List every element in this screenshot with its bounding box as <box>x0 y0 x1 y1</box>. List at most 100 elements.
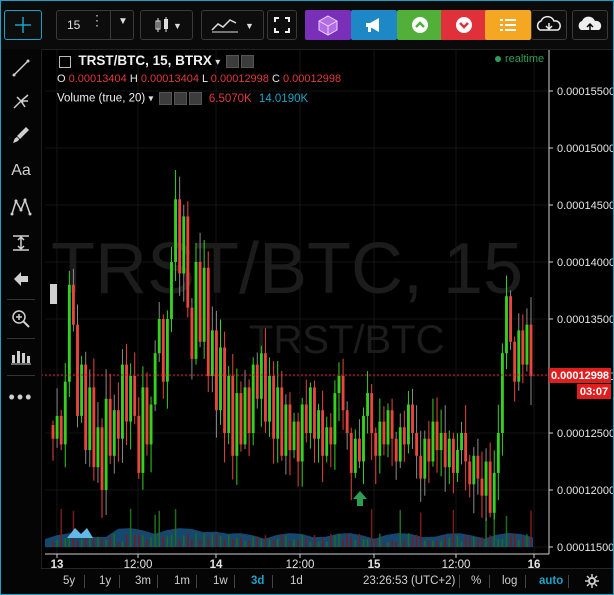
symbol-title[interactable]: TRST/BTC, 15, BTRX <box>78 53 212 68</box>
candle-body <box>439 433 443 451</box>
settings-icon[interactable] <box>240 55 254 69</box>
cloud-upload-icon <box>578 16 602 31</box>
clock-readout[interactable]: 23:26:53 (UTC+2) <box>363 575 455 587</box>
chart-area[interactable]: TRST/BTC, 15 TRST/BTC 0.00011500 0.000120… <box>1 1 613 594</box>
candle-body <box>513 341 517 382</box>
zoom-tool[interactable] <box>7 305 35 333</box>
candle-body <box>300 404 304 462</box>
indicators-button[interactable]: ▼ <box>201 10 264 40</box>
candle-body <box>390 410 394 439</box>
pattern-tool[interactable] <box>7 193 35 221</box>
candle-body <box>292 421 296 451</box>
pitchfork-tool[interactable] <box>7 87 35 115</box>
candle-body <box>456 450 459 473</box>
candle-body <box>423 438 427 479</box>
gear-icon[interactable] <box>585 574 599 588</box>
buy-button[interactable] <box>397 10 443 40</box>
candle-body <box>59 415 63 445</box>
candle-body <box>202 267 206 342</box>
percent-toggle[interactable]: % <box>471 575 481 587</box>
volume-legend: Volume (true, 20) ▾ 6.5070K 14.0190K <box>57 92 308 105</box>
announcement-button[interactable] <box>351 10 397 40</box>
auto-toggle[interactable]: auto <box>539 575 563 587</box>
sell-button[interactable] <box>441 10 487 40</box>
list-icon <box>500 19 516 31</box>
chart-type-button[interactable]: ▼ <box>140 10 193 40</box>
volume-visibility-icon[interactable] <box>158 92 172 105</box>
candle-body <box>96 427 100 468</box>
candle-body <box>374 433 378 456</box>
range-5y[interactable]: 5y <box>63 575 75 587</box>
save-chart-button[interactable] <box>572 10 608 40</box>
candle-body <box>386 410 390 445</box>
collapse-icon[interactable] <box>59 55 71 68</box>
side-panel-handle[interactable] <box>50 284 57 304</box>
measure-tool[interactable] <box>7 229 35 257</box>
volume-settings-icon[interactable] <box>173 92 187 105</box>
magnet-tool[interactable] <box>7 343 35 371</box>
candle-body <box>76 324 79 416</box>
text-tool[interactable]: Aa <box>7 157 35 185</box>
price-tick-label: 0.00014500 <box>557 200 613 212</box>
candle-body <box>345 410 349 433</box>
candle-body <box>333 393 337 445</box>
candle-body <box>505 296 508 354</box>
range-3m[interactable]: 3m <box>135 575 151 587</box>
trend-line-tool[interactable] <box>7 54 35 82</box>
candle-body <box>92 387 96 468</box>
log-toggle[interactable]: log <box>502 575 517 587</box>
top-toolbar: 15 ⋮ ▼ ▼ ▼ <box>1 1 613 50</box>
candle-body <box>427 438 431 462</box>
price-tick-label: 0.00013500 <box>557 314 613 326</box>
list-button[interactable] <box>485 10 531 40</box>
candle-body <box>492 472 496 513</box>
volume-title[interactable]: Volume (true, 20) <box>57 93 145 105</box>
candle-body <box>317 410 320 439</box>
realtime-indicator: realtime <box>495 53 544 65</box>
candle-body <box>308 387 312 433</box>
candle-body <box>243 387 247 445</box>
candle-body <box>255 364 259 399</box>
logo-icon <box>67 528 93 538</box>
interval-selector[interactable]: 15 ⋮ ▼ <box>56 10 134 40</box>
symbol-legend: TRST/BTC, 15, BTRX ▾ <box>57 53 254 69</box>
range-1m[interactable]: 1m <box>174 575 190 587</box>
more-tools-button[interactable]: ••• <box>7 383 35 411</box>
range-1d[interactable]: 1d <box>290 575 303 587</box>
price-tick-label: 0.00012000 <box>557 485 613 497</box>
candle-body <box>137 415 141 473</box>
range-1w[interactable]: 1w <box>213 575 228 587</box>
candle-body <box>165 319 169 382</box>
more-icon: ⋮ <box>90 12 104 28</box>
up-arrow-marker <box>353 491 367 506</box>
svg-text:▼: ▼ <box>173 21 182 31</box>
indicators-icon: ▼ <box>210 19 253 33</box>
low-value: 0.00012998 <box>210 73 269 85</box>
volume-chevron-icon[interactable]: ▾ <box>148 94 153 105</box>
arrow-left-icon <box>14 272 28 286</box>
candle-body <box>100 427 104 490</box>
remove-drawings-tool[interactable] <box>7 265 35 293</box>
megaphone-icon <box>366 18 379 32</box>
load-chart-button[interactable] <box>531 10 567 40</box>
candle-body <box>239 393 243 445</box>
chevron-down-icon[interactable]: ▾ <box>215 57 220 68</box>
candle-body <box>480 478 484 496</box>
candle-body <box>214 330 218 411</box>
crosshair-button[interactable] <box>4 10 42 40</box>
candle-body <box>468 461 472 485</box>
candle-body <box>67 284 71 382</box>
visibility-icon[interactable] <box>225 55 239 69</box>
brush-tool[interactable] <box>7 121 35 149</box>
cube-button[interactable] <box>305 10 351 40</box>
volume-series <box>45 508 533 547</box>
range-1y[interactable]: 1y <box>99 575 111 587</box>
close-value: 0.00012998 <box>283 73 342 85</box>
range-3d[interactable]: 3d <box>251 575 264 587</box>
candle-body <box>337 376 341 394</box>
fullscreen-button[interactable] <box>267 10 297 40</box>
candle-body <box>112 410 116 456</box>
price-chart[interactable]: TRST/BTC, 15 TRST/BTC 0.00011500 0.000120… <box>1 1 613 594</box>
volume-close-icon[interactable] <box>188 92 202 105</box>
candle-body <box>194 262 198 359</box>
